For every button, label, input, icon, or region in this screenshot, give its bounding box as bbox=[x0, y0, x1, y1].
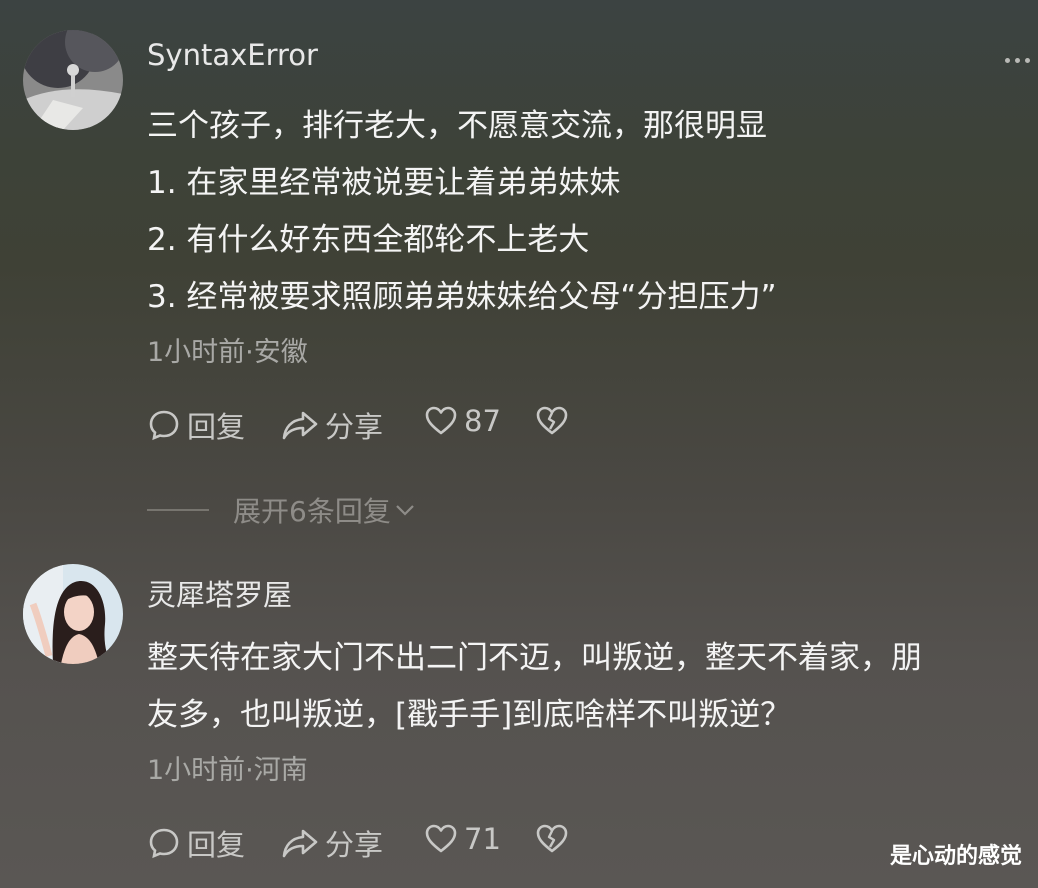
avatar[interactable] bbox=[23, 30, 123, 130]
watermark: 是心动的感觉 bbox=[889, 844, 1022, 869]
avatar[interactable] bbox=[23, 564, 123, 664]
username[interactable]: SyntaxError bbox=[147, 38, 318, 72]
more-dots-icon[interactable] bbox=[1005, 58, 1030, 63]
like-count: 71 bbox=[464, 822, 501, 856]
dislike-button[interactable] bbox=[535, 404, 575, 438]
like-button[interactable]: 87 bbox=[424, 404, 501, 438]
comment-meta: 1小时前·安徽 bbox=[147, 337, 308, 368]
broken-heart-icon bbox=[536, 406, 568, 435]
comment-meta: 1小时前·河南 bbox=[147, 755, 308, 786]
comment-bubble-icon bbox=[149, 828, 179, 859]
comment-bubble-icon bbox=[149, 410, 179, 441]
expand-replies-label: 展开6条回复 bbox=[233, 495, 391, 528]
chevron-down-icon bbox=[396, 505, 414, 516]
comment-text-line: 三个孩子，排行老大，不愿意交流，那很明显 bbox=[147, 108, 767, 144]
reply-button[interactable]: 回复 bbox=[147, 822, 245, 864]
heart-icon bbox=[425, 824, 457, 853]
divider bbox=[147, 509, 209, 511]
username[interactable]: 灵犀塔罗屋 bbox=[147, 572, 292, 614]
share-label: 分享 bbox=[325, 828, 384, 862]
comment-text-line: 3. 经常被要求照顾弟弟妹妹给父母“分担压力” bbox=[147, 279, 777, 315]
comment-text-line: 2. 有什么好东西全都轮不上老大 bbox=[147, 222, 590, 258]
expand-replies-button[interactable]: 展开6条回复 bbox=[147, 490, 417, 530]
dislike-button[interactable] bbox=[535, 822, 575, 856]
like-count: 87 bbox=[464, 404, 501, 438]
reply-label: 回复 bbox=[187, 410, 246, 444]
comment-text-line: 1. 在家里经常被说要让着弟弟妹妹 bbox=[147, 165, 621, 201]
reply-button[interactable]: 回复 bbox=[147, 404, 245, 446]
share-arrow-icon bbox=[282, 829, 318, 858]
share-label: 分享 bbox=[325, 410, 384, 444]
comment-text-line: 友多，也叫叛逆，[戳手手]到底啥样不叫叛逆？ bbox=[147, 697, 792, 733]
like-button[interactable]: 71 bbox=[424, 822, 501, 856]
heart-icon bbox=[425, 406, 457, 435]
share-arrow-icon bbox=[282, 411, 318, 440]
comment-text-line: 整天待在家大门不出二门不迈，叫叛逆，整天不着家，朋 bbox=[147, 640, 922, 676]
share-button[interactable]: 分享 bbox=[281, 404, 383, 446]
broken-heart-icon bbox=[536, 824, 568, 853]
reply-label: 回复 bbox=[187, 828, 246, 862]
share-button[interactable]: 分享 bbox=[281, 822, 383, 864]
